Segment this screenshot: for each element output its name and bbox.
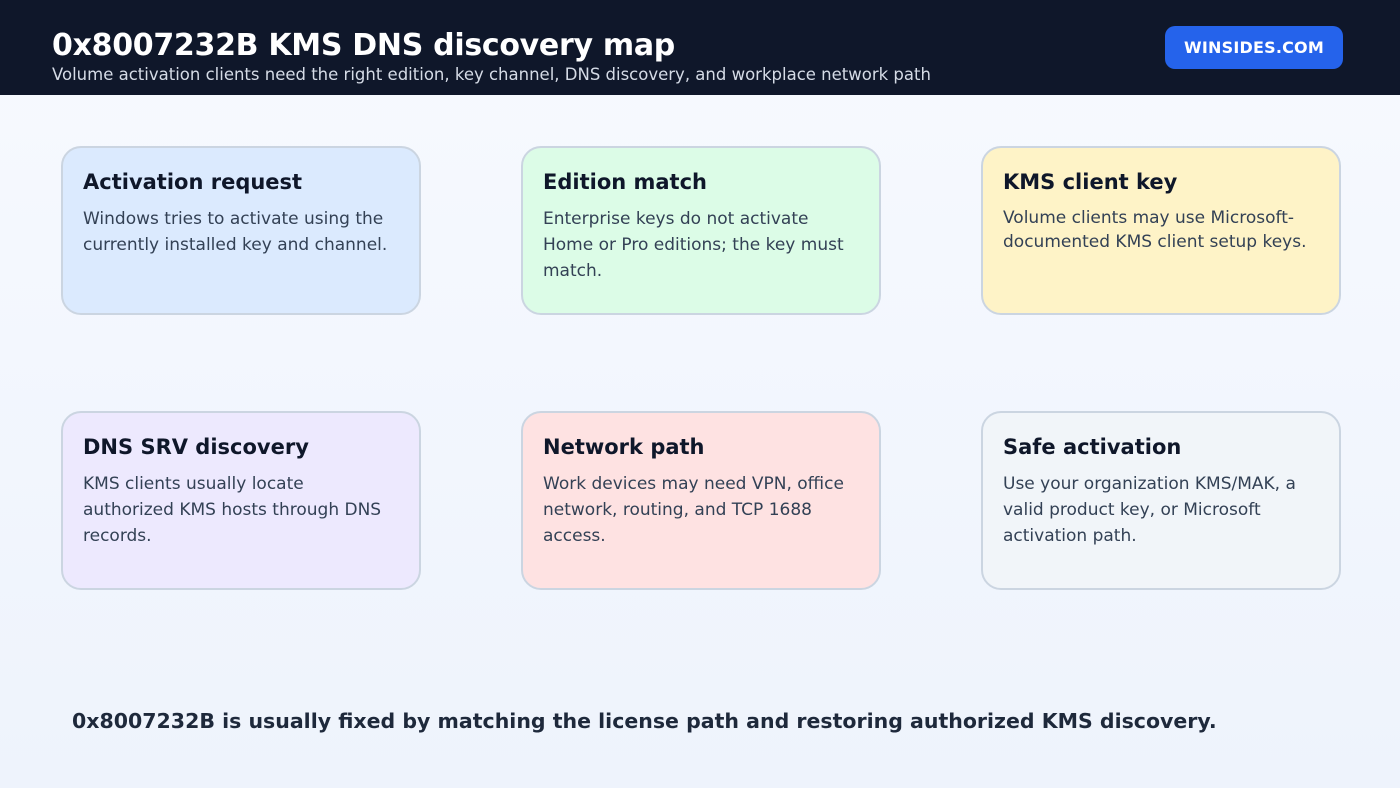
page-subtitle: Volume activation clients need the right… — [52, 65, 931, 84]
card-safe-activation: Safe activation Use your organization KM… — [981, 411, 1341, 590]
card-activation-request: Activation request Windows tries to acti… — [61, 146, 421, 315]
card-title: Activation request — [83, 170, 303, 194]
card-title: KMS client key — [1003, 170, 1178, 194]
card-kms-client-key: KMS client key Volume clients may use Mi… — [981, 146, 1341, 315]
card-body: Volume clients may use Microsoft-documen… — [1003, 208, 1307, 252]
card-network-path: Network path Work devices may need VPN, … — [521, 411, 881, 590]
header-bar: 0x8007232B KMS DNS discovery map Volume … — [0, 0, 1400, 95]
card-title: Edition match — [543, 170, 707, 194]
card-body: Enterprise keys do not activate Home or … — [543, 209, 844, 281]
card-body: KMS clients usually locate authorized KM… — [83, 474, 382, 546]
brand-badge: WINSIDES.COM — [1165, 26, 1343, 69]
card-body: Work devices may need VPN, office networ… — [543, 474, 844, 546]
card-dns-srv-discovery: DNS SRV discovery KMS clients usually lo… — [61, 411, 421, 590]
card-title: Safe activation — [1003, 435, 1182, 459]
card-body: Use your organization KMS/MAK, a valid p… — [1003, 474, 1296, 546]
page-title: 0x8007232B KMS DNS discovery map — [52, 28, 675, 63]
card-edition-match: Edition match Enterprise keys do not act… — [521, 146, 881, 315]
footer-note: 0x8007232B is usually fixed by matching … — [72, 709, 1217, 733]
card-body: Windows tries to activate using the curr… — [83, 209, 388, 255]
card-title: Network path — [543, 435, 705, 459]
card-title: DNS SRV discovery — [83, 435, 309, 459]
